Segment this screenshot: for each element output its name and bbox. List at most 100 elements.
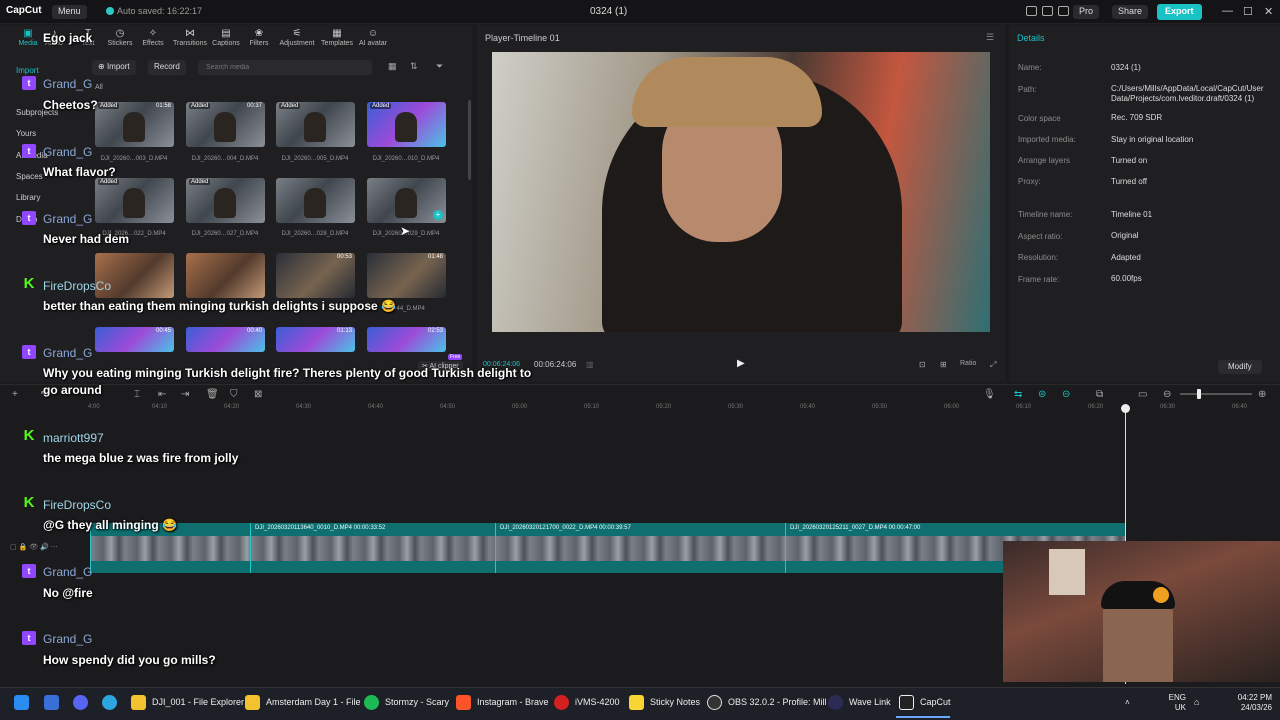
media-thumb[interactable]: Added 00:37 [186,102,265,147]
settings-icon[interactable] [1058,6,1069,16]
import-button[interactable]: ⊕ Import [92,60,136,75]
discord-icon[interactable] [73,695,88,710]
minimize-icon[interactable]: — [1222,5,1233,17]
tab-transitions[interactable]: ⋈ Transitions [170,28,210,47]
network-icon[interactable]: ⌂ [1194,697,1199,707]
add-track-icon[interactable]: + [12,389,18,400]
video-track[interactable]: DJI_20260320113640_0010_D.MP4 00:00:33:5… [90,523,1126,573]
filter-icon[interactable]: ⏷ [436,61,443,72]
grid-view-icon[interactable]: ▦ [388,61,397,72]
fullscreen-quality-icon[interactable]: ⊡ [919,360,926,369]
microphone-icon[interactable]: 🎙 [983,389,996,400]
record-button[interactable]: Record [148,60,186,75]
pro-button[interactable]: Pro [1073,5,1100,19]
taskbar-item-brave[interactable]: Instagram - Brave [477,697,549,707]
video-preview[interactable] [492,52,990,332]
timeline-view-icon[interactable]: ▥ [586,360,594,369]
chat-message: better than eating them minging turkish … [43,299,396,313]
sticky-notes-icon[interactable] [629,695,644,710]
language-indicator[interactable]: ENG UK [1164,693,1186,713]
tab-label: Effects [142,40,164,47]
taskbar-item-explorer-2[interactable]: Amsterdam Day 1 - File [266,697,361,707]
play-icon[interactable]: ▶ [737,358,745,369]
zoom-out-icon[interactable]: ⊖ [1163,389,1171,400]
close-icon[interactable]: ✕ [1264,5,1273,18]
taskbar-item-ivms[interactable]: iVMS-4200 [575,697,620,707]
media-thumb[interactable]: + [367,178,446,223]
media-thumb[interactable]: Added [95,178,174,223]
magnet-icon[interactable]: ⊜ [1038,389,1046,400]
sidebar-item-spaces[interactable]: Spaces [16,172,43,181]
track-controls[interactable]: ▢ 🔒 👁 🔊 ⋯ [10,543,58,551]
ratio-button[interactable]: Ratio [960,360,976,367]
clip-filmstrip [251,536,495,561]
media-thumb[interactable]: Added [186,178,265,223]
taskbar-item-explorer[interactable]: DJI_001 - File Explorer [152,697,244,707]
layout-icon[interactable] [1026,6,1037,16]
sort-icon[interactable]: ⇅ [410,61,418,72]
tab-effects[interactable]: ✧ Effects [133,28,173,47]
spotify-icon[interactable] [364,695,379,710]
captions-track-icon[interactable]: ▭ [1138,389,1147,400]
tab-ai-avatar[interactable]: ☺ AI avatar [353,28,393,47]
capcut-icon[interactable] [899,695,914,710]
player-menu-icon[interactable]: ☰ [986,32,994,43]
tab-templates[interactable]: ▦ Templates [317,28,357,47]
taskbar-item-obs[interactable]: OBS 32.0.2 - Profile: Mill [728,697,827,707]
tab-filters[interactable]: ❀ Filters [239,28,279,47]
panel-icon[interactable] [1042,6,1053,16]
file-explorer-icon[interactable] [131,695,146,710]
telegram-icon[interactable] [102,695,117,710]
media-thumb[interactable]: Added 01:58 [95,102,174,147]
taskbar-item-capcut[interactable]: CapCut [920,697,951,707]
taskbar-item-wave-link[interactable]: Wave Link [849,697,891,707]
tab-adjustment[interactable]: ⚟ Adjustment [277,28,317,47]
media-thumb[interactable]: Added [367,102,446,147]
media-thumb[interactable]: 02:53 [367,327,446,352]
media-thumb[interactable]: 01:13 [276,327,355,352]
media-scrollbar[interactable] [468,100,471,180]
thumb-duration: 02:53 [427,328,443,334]
media-thumb[interactable]: 00:53 [276,253,355,298]
export-button[interactable]: Export [1157,4,1202,20]
share-button[interactable]: Share [1112,5,1149,19]
brave-icon[interactable] [456,695,471,710]
taskbar-item-sticky-notes[interactable]: Sticky Notes [650,697,700,707]
wave-link-icon[interactable] [828,695,843,710]
timeline-ruler[interactable]: 4:00 04:10 04:20 04:30 04:40 04:50 05:00… [88,404,1280,416]
maximize-icon[interactable]: ☐ [1243,5,1253,18]
modify-button[interactable]: Modify [1218,360,1262,374]
sidebar-item-library[interactable]: Library [16,193,40,202]
zoom-in-icon[interactable]: ⊕ [1258,389,1266,400]
zoom-slider[interactable] [1180,393,1252,395]
tray-chevron-icon[interactable]: ˄ [1125,698,1130,707]
sidebar-item-import[interactable]: Import [16,66,39,75]
preview-axis-icon[interactable]: ⧉ [1096,389,1103,400]
timeline-clip[interactable]: DJI_20260320113640_0010_D.MP4 00:00:33:5… [250,523,495,573]
timeline-clip[interactable]: DJI_20260320121700_0022_D.MP4 00:00:39:5… [495,523,785,573]
menu-button[interactable]: Menu [52,5,87,19]
taskbar-item-spotify[interactable]: Stormzy - Scary [385,697,449,707]
file-explorer-icon[interactable] [245,695,260,710]
filter-all-label[interactable]: All [95,84,103,91]
clock[interactable]: 04:22 PM 24/03/26 [1228,693,1272,713]
media-thumb[interactable] [276,178,355,223]
add-to-timeline-icon[interactable]: + [433,210,443,220]
media-thumb[interactable]: Added [276,102,355,147]
windows-start-icon[interactable] [14,695,29,710]
link-icon[interactable]: ⇆ [1014,389,1022,400]
browser-icon[interactable] [44,695,59,710]
crop-icon[interactable]: ⊞ [940,360,947,369]
zoom-slider-handle[interactable] [1197,389,1201,399]
media-thumb[interactable] [186,253,265,298]
media-thumb[interactable]: 01:48 [367,253,446,298]
search-input[interactable] [198,60,372,75]
expand-icon[interactable]: ⤢ [990,360,996,370]
obs-icon[interactable] [707,695,722,710]
media-thumb[interactable]: 00:40 [186,327,265,352]
snap-icon[interactable]: ⊝ [1062,389,1070,400]
media-thumb[interactable]: 00:45 [95,327,174,352]
playhead-handle[interactable] [1121,404,1130,413]
sidebar-item-yours[interactable]: Yours [16,129,36,138]
ivms-icon[interactable] [554,695,569,710]
